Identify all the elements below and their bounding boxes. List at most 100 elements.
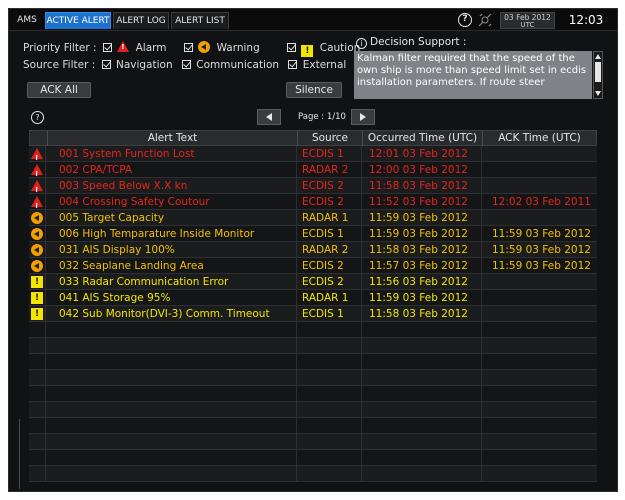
ack-time-cell [482, 402, 597, 418]
prev-page-button[interactable] [257, 109, 281, 125]
scroll-up-icon[interactable] [595, 54, 601, 59]
occurred-time-cell: 11:58 03 Feb 2012 [362, 306, 482, 322]
table-row[interactable]: 005 Target Capacity RADAR 1 11:59 03 Feb 2… [29, 210, 597, 226]
occurred-time-cell [362, 434, 482, 450]
source-navigation-option[interactable]: Navigation [101, 59, 176, 71]
priority-warning-option[interactable]: Warning [183, 41, 263, 54]
checkbox-icon[interactable] [181, 60, 191, 69]
priority-cell [29, 322, 46, 338]
ack-time-cell [482, 290, 597, 306]
table-help-icon[interactable]: ? [31, 111, 44, 124]
ack-time-cell [482, 178, 597, 194]
silence-button[interactable]: Silence [286, 82, 342, 98]
occurred-time-cell [362, 354, 482, 370]
tab-ams[interactable]: AMS [13, 12, 41, 29]
ack-time-cell [482, 146, 597, 162]
tab-alert-list[interactable]: ALERT LIST [171, 12, 229, 29]
priority-caution-option[interactable]: ! Caution [287, 42, 360, 57]
source-cell: ECDIS 2 [297, 178, 362, 194]
decision-support-text: Kalman filter required that the speed of… [354, 51, 592, 99]
priority-cell [29, 354, 46, 370]
priority-cell [29, 402, 46, 418]
ack-time-cell [482, 162, 597, 178]
alert-text-cell: 002 CPA/TCPA [47, 162, 297, 178]
empty-table-row [29, 402, 597, 418]
tab-bar: AMS ACTIVE ALERT ALERT LOG ALERT LIST ? … [9, 9, 617, 31]
scroll-thumb[interactable] [595, 62, 601, 82]
empty-table-row [29, 418, 597, 434]
page-indicator: Page : 1/10 [298, 112, 346, 122]
date-display: 03 Feb 2012 UTC [500, 12, 555, 29]
tab-active-alert[interactable]: ACTIVE ALERT [45, 12, 111, 29]
ack-time-cell [482, 306, 597, 322]
occurred-time-cell: 11:56 03 Feb 2012 [362, 274, 482, 290]
occurred-time-cell [362, 450, 482, 466]
checkbox-icon[interactable] [101, 60, 111, 69]
header-source[interactable]: Source [298, 131, 363, 146]
header-occurred-time[interactable]: Occurred Time (UTC) [363, 131, 483, 146]
table-row[interactable]: 033 Radar Communication ErrorECDIS 211:5… [29, 274, 597, 290]
table-row[interactable]: 031 AIS Display 100% RADAR 2 11:58 03 Feb … [29, 242, 597, 258]
source-external-label: External [302, 59, 347, 71]
alert-text-cell: 031 AIS Display 100% [47, 242, 297, 258]
caution-icon: ! [301, 45, 314, 57]
checkbox-icon[interactable] [287, 43, 297, 52]
checkbox-icon[interactable] [183, 43, 193, 52]
help-icon[interactable]: ? [458, 13, 472, 27]
ack-time-cell [482, 466, 597, 482]
header-alert-text[interactable]: Alert Text [48, 131, 298, 146]
header-ack-time[interactable]: ACK Time (UTC) [483, 131, 596, 146]
priority-cell [29, 370, 46, 386]
table-row[interactable]: 041 AIS Storage 95%RADAR 111:59 03 Feb 2… [29, 290, 597, 306]
decision-support-title: i Decision Support : [356, 36, 466, 49]
occurred-time-cell: 12:00 03 Feb 2012 [362, 162, 482, 178]
checkbox-icon[interactable] [102, 43, 112, 52]
ack-all-button[interactable]: ACK All [27, 82, 91, 98]
scroll-down-icon[interactable] [595, 91, 601, 96]
priority-cell [29, 226, 46, 242]
table-row[interactable]: 042 Sub Monitor(DVI-3) Comm. TimeoutECDI… [29, 306, 597, 322]
table-header: Alert Text Source Occurred Time (UTC) AC… [29, 130, 597, 146]
priority-cell [29, 338, 46, 354]
ack-time-cell: 11:59 03 Feb 2012 [492, 260, 591, 272]
alert-text-cell: 042 Sub Monitor(DVI-3) Comm. Timeout [47, 306, 297, 322]
priority-cell [29, 466, 46, 482]
alert-text-cell: 005 Target Capacity [47, 210, 297, 226]
source-external-option[interactable]: External [288, 59, 346, 71]
checkbox-icon[interactable] [288, 60, 298, 69]
priority-alarm-option[interactable]: Alarm [102, 41, 170, 54]
ack-time-cell [482, 434, 597, 450]
empty-table-row [29, 322, 597, 338]
caution-icon [31, 308, 43, 320]
satellite-icon [478, 13, 492, 27]
priority-cell [29, 306, 46, 322]
caution-icon [31, 276, 43, 288]
info-icon: i [356, 38, 367, 49]
alert-management-window: AMS ACTIVE ALERT ALERT LOG ALERT LIST ? … [8, 8, 618, 492]
occurred-time-cell [362, 386, 482, 402]
source-cell: ECDIS 1 [297, 146, 362, 162]
table-row[interactable]: 004 Crossing Safety CoutourECDIS 211:52 … [29, 194, 597, 214]
ack-time-cell [482, 338, 597, 354]
tab-alert-log[interactable]: ALERT LOG [113, 12, 169, 29]
occurred-time-cell: 11:59 03 Feb 2012 [362, 290, 482, 306]
table-row[interactable]: 001 System Function LostECDIS 112:01 03 … [29, 146, 597, 166]
table-row[interactable]: 032 Seaplane Landing Area ECDIS 2 11:57 03… [29, 258, 597, 274]
decision-support-scrollbar[interactable] [593, 51, 603, 99]
source-cell [297, 466, 362, 482]
alert-text-cell: 032 Seaplane Landing Area [47, 258, 297, 274]
alarm-icon [31, 148, 43, 166]
table-row[interactable]: 006 High Temparature Inside Monitor ECDIS… [29, 226, 597, 242]
source-communication-option[interactable]: Communication [181, 59, 282, 71]
table-row[interactable]: 002 CPA/TCPARADAR 212:00 03 Feb 2012 [29, 162, 597, 182]
alert-text-cell: 033 Radar Communication Error [47, 274, 297, 290]
table-row[interactable]: 003 Speed Below X.X knECDIS 211:58 03 Fe… [29, 178, 597, 198]
alert-text-cell [47, 434, 297, 450]
warning-icon [31, 212, 43, 224]
source-cell [297, 386, 362, 402]
priority-cell [29, 418, 46, 434]
priority-cell [29, 178, 46, 198]
alert-text-cell [47, 338, 297, 354]
occurred-time-cell [362, 418, 482, 434]
next-page-button[interactable] [351, 109, 375, 125]
